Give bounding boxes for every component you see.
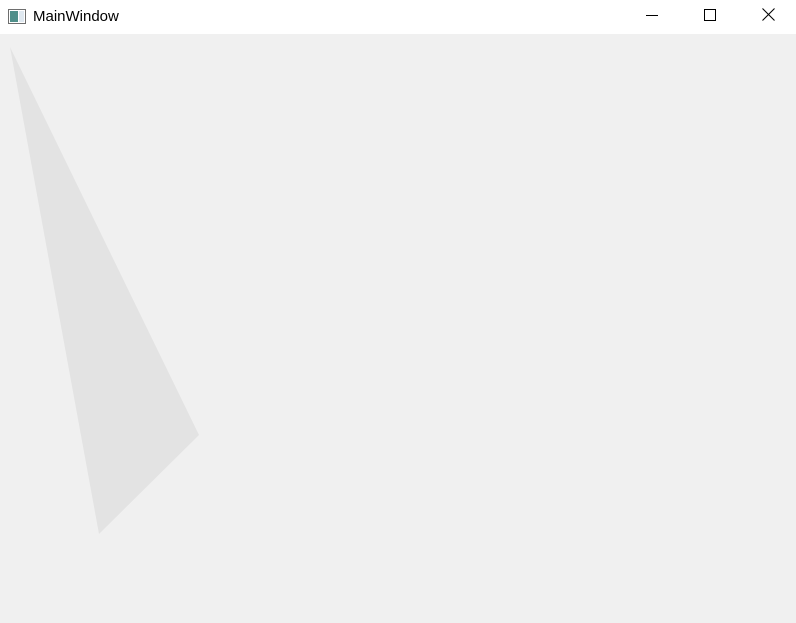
maximize-button[interactable] xyxy=(681,0,739,34)
app-window-icon xyxy=(8,9,26,24)
client-area[interactable] xyxy=(0,34,796,623)
title-bar[interactable]: MainWindow xyxy=(0,0,796,34)
drawing-canvas xyxy=(10,47,199,534)
close-button[interactable] xyxy=(739,0,796,34)
minimize-button[interactable] xyxy=(623,0,681,34)
main-window: MainWindow xyxy=(0,0,796,623)
maximize-icon xyxy=(704,8,716,26)
minimize-icon xyxy=(646,8,658,26)
close-icon xyxy=(761,8,775,26)
window-title: MainWindow xyxy=(33,8,119,25)
triangle-shape xyxy=(10,47,199,534)
